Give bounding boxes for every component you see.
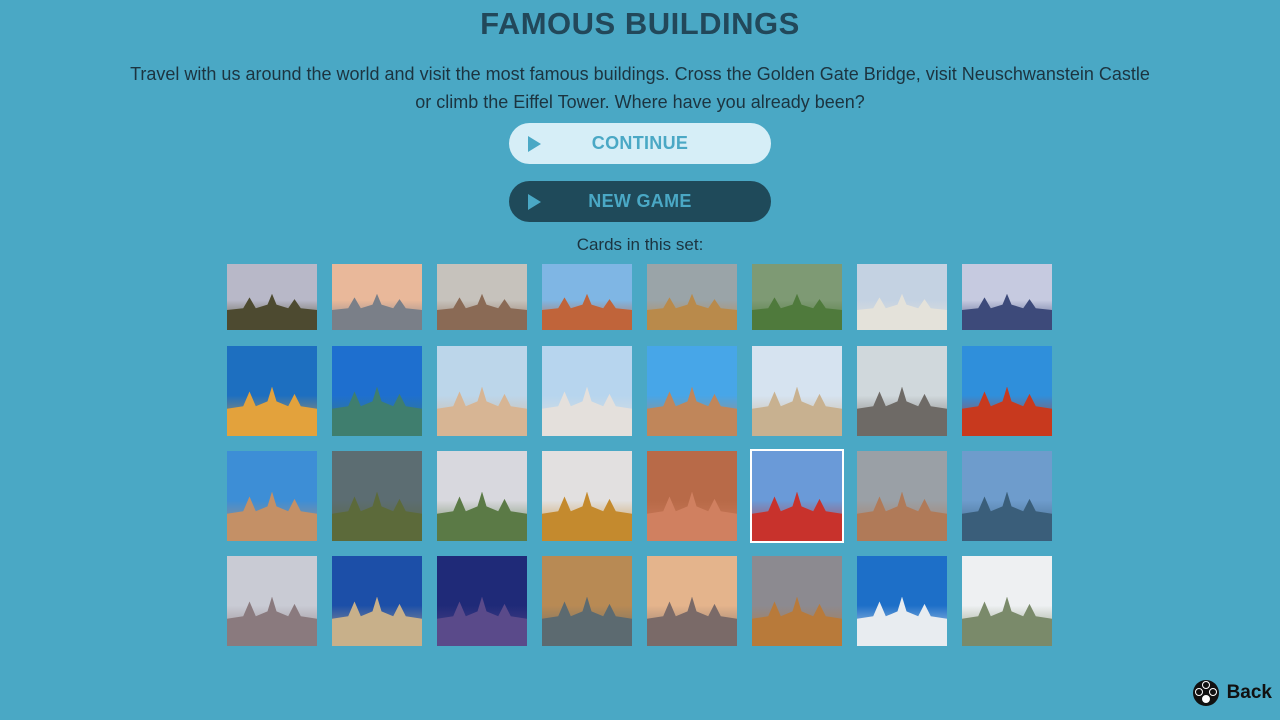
new-game-label: NEW GAME — [588, 191, 692, 211]
card-empire-state-building[interactable] — [647, 556, 737, 646]
card-sydney-opera-house[interactable] — [437, 346, 527, 436]
play-icon — [528, 136, 541, 152]
card-burj-khalifa[interactable] — [332, 264, 422, 330]
card-cn-tower[interactable] — [437, 556, 527, 646]
game-description: Travel with us around the world and visi… — [130, 64, 1150, 112]
card-machu-picchu[interactable] — [332, 451, 422, 541]
card-angkor-wat[interactable] — [227, 264, 317, 330]
card-pyramid-of-giza[interactable] — [647, 264, 737, 330]
card-hallgr-mskirkja[interactable] — [857, 556, 947, 646]
card-colosseum[interactable] — [437, 264, 527, 330]
cards-label: Cards in this set: — [576, 235, 704, 254]
card-neuschwanstein-castle[interactable] — [437, 451, 527, 541]
card-arc-de-triomphe[interactable] — [752, 346, 842, 436]
card-taj-mahal[interactable] — [542, 346, 632, 436]
card-osaka-castle[interactable] — [962, 556, 1052, 646]
back-button[interactable]: Back — [1192, 680, 1272, 706]
play-icon — [528, 194, 541, 210]
card-saint-basil-s-cathedral[interactable] — [750, 449, 844, 543]
card-buda-castle[interactable] — [332, 556, 422, 646]
card-w-rzburg-residence[interactable] — [542, 451, 632, 541]
gamepad-buttons-icon — [1192, 680, 1219, 706]
card-petra[interactable] — [647, 451, 737, 541]
card-blue-mosque[interactable] — [227, 556, 317, 646]
back-label: Back — [1226, 682, 1272, 703]
card-st-peter-s-basilica[interactable] — [857, 451, 947, 541]
card-statue-of-liberty[interactable] — [332, 346, 422, 436]
card-great-mosque-of-djenn[interactable] — [752, 556, 842, 646]
card-leaning-tower-of-pisa[interactable] — [857, 264, 947, 330]
continue-label: CONTINUE — [591, 133, 689, 153]
card-sagrada-familia[interactable] — [227, 451, 317, 541]
card-shanghai-tower[interactable] — [962, 451, 1052, 541]
continue-button[interactable]: CONTINUE — [509, 123, 771, 164]
new-game-button[interactable]: NEW GAME — [509, 181, 771, 222]
card-buckingham-palace[interactable] — [857, 346, 947, 436]
card-parthenon[interactable] — [227, 346, 317, 436]
card-gate-to-the-east[interactable] — [542, 556, 632, 646]
page-title: FAMOUS BUILDINGS — [480, 6, 800, 41]
card-london-eye[interactable] — [962, 264, 1052, 330]
card-eiffel-tower[interactable] — [542, 264, 632, 330]
card-golden-gate-bridge[interactable] — [962, 346, 1052, 436]
card-karnak-temple[interactable] — [647, 346, 737, 436]
card-great-wall-of-china[interactable] — [752, 264, 842, 330]
